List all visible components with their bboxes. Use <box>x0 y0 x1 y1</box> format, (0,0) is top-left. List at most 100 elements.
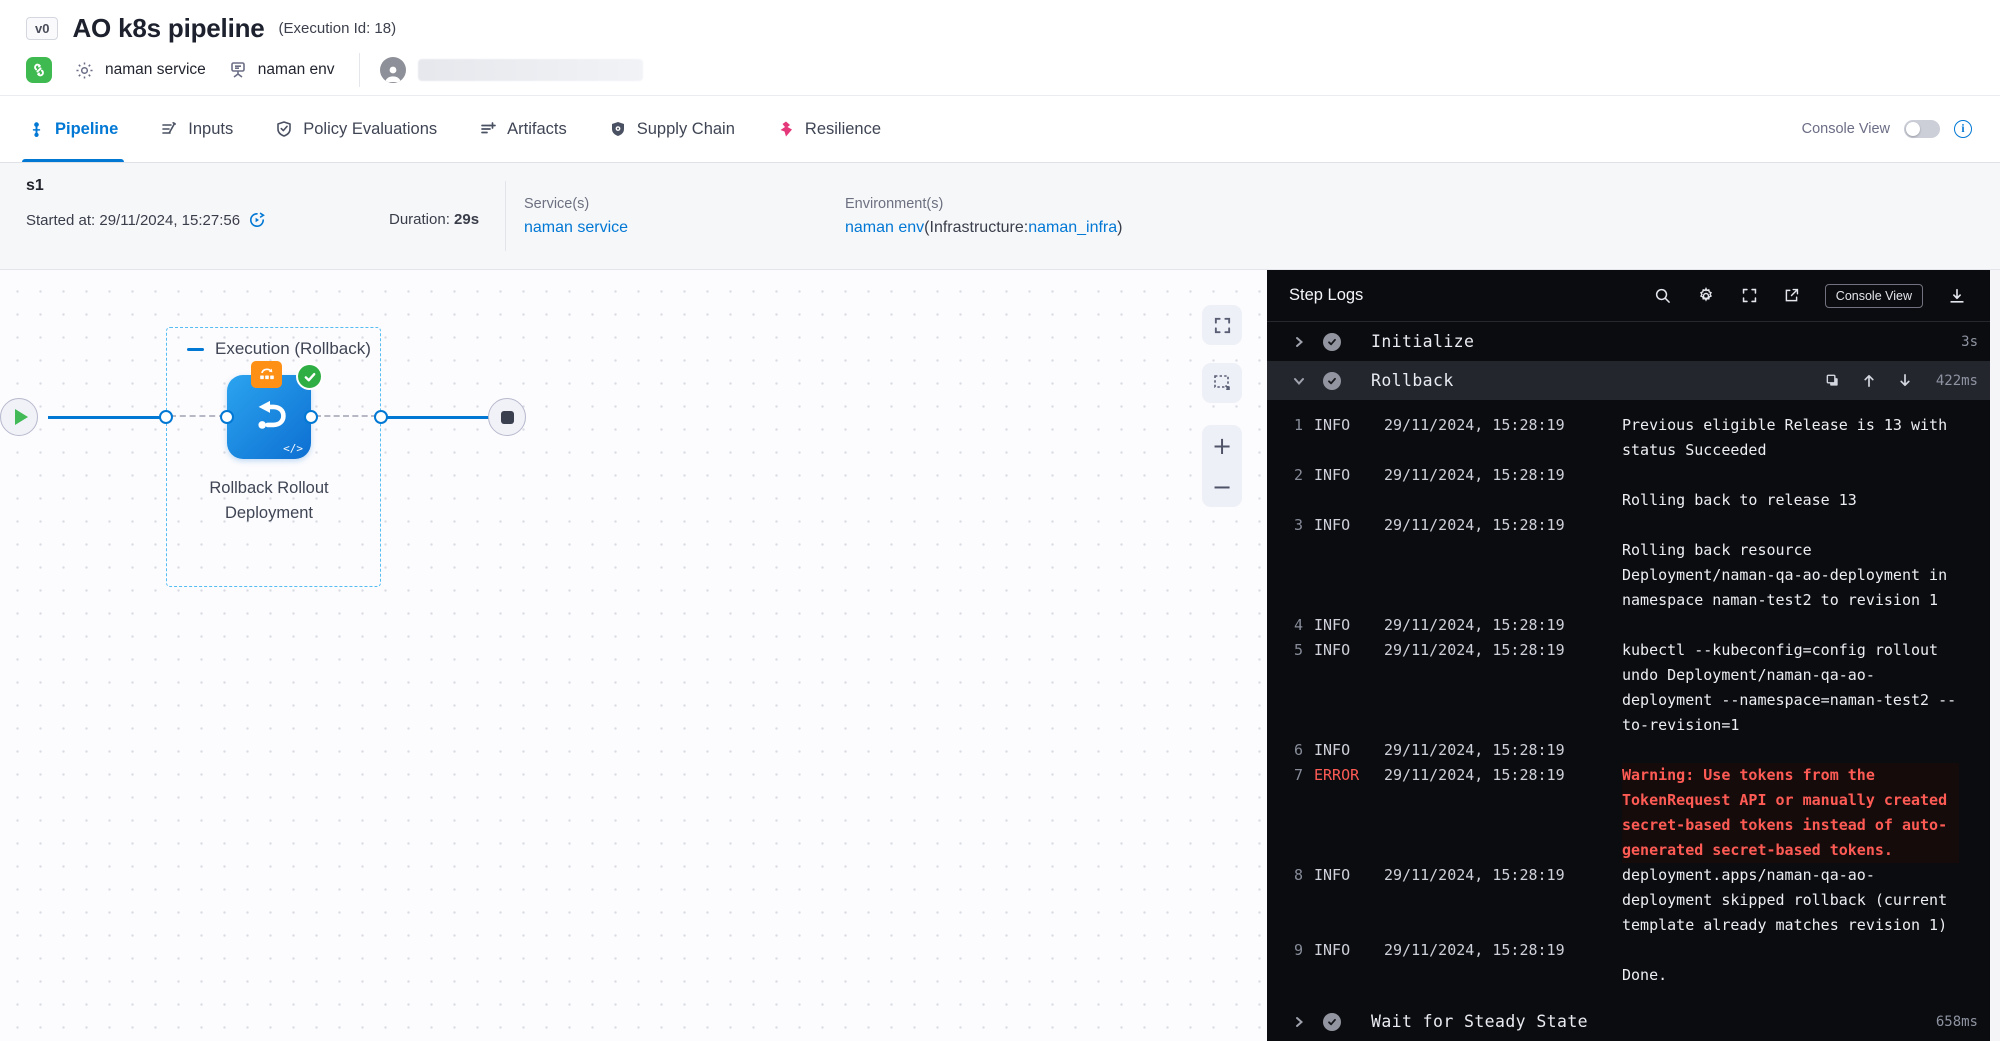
resilience-icon <box>777 120 795 138</box>
console-view-toggle[interactable] <box>1904 120 1940 138</box>
log-timestamp: 29/11/2024, 15:28:19 <box>1384 638 1622 663</box>
rollback-arrow-icon <box>245 391 293 444</box>
services-label: Service(s) <box>524 196 628 212</box>
console-view-label: Console View <box>1802 121 1890 137</box>
duration-value: 29s <box>454 211 479 228</box>
chevron-right-icon <box>1293 1016 1307 1028</box>
logs-actions: Console View <box>1654 284 1966 308</box>
log-lines-container[interactable]: 1INFO29/11/2024, 15:28:19Previous eligib… <box>1267 400 2000 1002</box>
info-icon[interactable]: i <box>1954 120 1972 138</box>
log-line-number: 6 <box>1294 738 1314 763</box>
canvas-marquee-select-button[interactable] <box>1202 363 1242 403</box>
log-message: deployment.apps/naman-qa-ao-deployment s… <box>1622 863 1959 938</box>
log-line: 9INFO29/11/2024, 15:28:19 Done. <box>1267 938 2000 988</box>
cd-module-icon <box>26 57 52 83</box>
log-section-rollback[interactable]: Rollback 422ms <box>1267 361 2000 400</box>
log-timestamp: 29/11/2024, 15:28:19 <box>1384 413 1622 438</box>
tab-label: Supply Chain <box>637 120 735 139</box>
tab-label: Resilience <box>805 120 881 139</box>
connector-node-right <box>304 410 318 424</box>
tab-artifacts[interactable]: Artifacts <box>479 96 567 162</box>
user-avatar[interactable] <box>380 57 406 83</box>
execution-header: v0 AO k8s pipeline (Execution Id: 18) na… <box>0 0 2000 96</box>
zoom-out-button[interactable]: − <box>1202 466 1242 507</box>
log-section-initialize[interactable]: Initialize 3s <box>1267 322 2000 361</box>
title-row: v0 AO k8s pipeline (Execution Id: 18) <box>26 10 1974 46</box>
tab-supply-chain[interactable]: Supply Chain <box>609 96 735 162</box>
copy-icon[interactable] <box>1825 373 1840 388</box>
scroll-top-icon[interactable] <box>1862 373 1876 388</box>
section-duration: 3s <box>1961 334 1978 350</box>
log-message: kubectl --kubeconfig=config rollout undo… <box>1622 638 1959 738</box>
header-divider <box>359 53 360 87</box>
history-icon[interactable] <box>248 211 266 229</box>
zoom-in-button[interactable]: + <box>1202 425 1242 466</box>
tab-label: Pipeline <box>55 120 118 139</box>
step-success-check-icon <box>1323 372 1341 390</box>
zoom-controls: + − <box>1202 425 1242 507</box>
logs-console-view-button[interactable]: Console View <box>1825 284 1923 308</box>
page-title: AO k8s pipeline <box>72 13 264 44</box>
tab-label: Inputs <box>188 120 233 139</box>
tab-label: Artifacts <box>507 120 567 139</box>
log-line: 6INFO29/11/2024, 15:28:19 <box>1267 738 2000 763</box>
log-line-number: 9 <box>1294 938 1314 963</box>
group-label: Execution (Rollback) <box>215 339 371 359</box>
tab-list: Pipeline Inputs Policy Evaluations Artifact… <box>28 96 881 162</box>
logs-fullscreen-icon[interactable] <box>1741 287 1758 304</box>
download-logs-icon[interactable] <box>1948 287 1966 305</box>
log-line: 7ERROR29/11/2024, 15:28:19Warning: Use t… <box>1267 763 2000 863</box>
log-line: 8INFO29/11/2024, 15:28:19deployment.apps… <box>1267 863 2000 938</box>
search-icon[interactable] <box>1654 287 1671 304</box>
log-timestamp: 29/11/2024, 15:28:19 <box>1384 863 1622 888</box>
edge-dashed-left <box>170 415 225 417</box>
log-level: INFO <box>1314 738 1384 763</box>
environment-link[interactable]: naman env <box>845 219 924 236</box>
log-timestamp: 29/11/2024, 15:28:19 <box>1384 613 1622 638</box>
step-success-check-icon <box>1323 1013 1341 1031</box>
log-line: 2INFO29/11/2024, 15:28:19 Rolling back t… <box>1267 463 2000 513</box>
tab-resilience[interactable]: Resilience <box>777 96 881 162</box>
stage-duration: Duration: 29s <box>389 211 479 228</box>
header-service-name[interactable]: naman service <box>105 61 206 79</box>
log-timestamp: 29/11/2024, 15:28:19 <box>1384 463 1622 488</box>
supply-chain-icon <box>609 120 627 138</box>
log-settings-gear-icon[interactable] <box>1696 286 1716 306</box>
log-line: 4INFO29/11/2024, 15:28:19 <box>1267 613 2000 638</box>
infra-prefix: (Infrastructure: <box>924 219 1028 236</box>
pipeline-icon <box>28 121 45 138</box>
policy-icon <box>275 120 293 138</box>
logs-title: Step Logs <box>1289 286 1363 305</box>
open-in-new-tab-icon[interactable] <box>1783 287 1800 304</box>
rollback-step-node[interactable]: </> <box>227 375 311 459</box>
inputs-icon <box>160 120 178 138</box>
logs-header: Step Logs <box>1267 270 2000 322</box>
execution-tabbar: Pipeline Inputs Policy Evaluations Artifact… <box>0 96 2000 163</box>
pipeline-canvas[interactable]: Execution (Rollback) <box>0 270 1267 1041</box>
infrastructure-link[interactable]: naman_infra <box>1028 219 1117 236</box>
stop-icon <box>501 411 514 424</box>
tab-pipeline[interactable]: Pipeline <box>28 96 118 162</box>
infra-suffix: ) <box>1117 219 1122 236</box>
log-message: Previous eligible Release is 13 with sta… <box>1622 413 1959 463</box>
step-logs-panel: Step Logs <box>1267 270 2000 1041</box>
collapse-group-button[interactable] <box>187 348 204 351</box>
stage-name[interactable]: s1 <box>26 177 44 195</box>
stagebar-divider <box>505 181 506 251</box>
app-root: v0 AO k8s pipeline (Execution Id: 18) na… <box>0 0 2000 1041</box>
tab-inputs[interactable]: Inputs <box>160 96 233 162</box>
canvas-fullscreen-button[interactable] <box>1202 305 1242 345</box>
scroll-bottom-icon[interactable] <box>1898 373 1912 388</box>
service-link[interactable]: naman service <box>524 219 628 237</box>
tab-policy-evaluations[interactable]: Policy Evaluations <box>275 96 437 162</box>
log-section-wait-for-steady-state[interactable]: Wait for Steady State 658ms <box>1267 1002 2000 1041</box>
log-line: 5INFO29/11/2024, 15:28:19kubectl --kubec… <box>1267 638 2000 738</box>
stage-summary-bar: s1 Started at: 29/11/2024, 15:27:56 Dura… <box>0 163 2000 270</box>
section-name: Wait for Steady State <box>1371 1012 1588 1031</box>
environment-icon <box>228 60 248 80</box>
start-node <box>0 398 38 436</box>
header-environment-name[interactable]: naman env <box>258 61 335 79</box>
service-gear-icon <box>74 60 95 81</box>
logs-scrollbar[interactable] <box>1990 270 2000 1041</box>
connector-group-right <box>374 410 388 424</box>
